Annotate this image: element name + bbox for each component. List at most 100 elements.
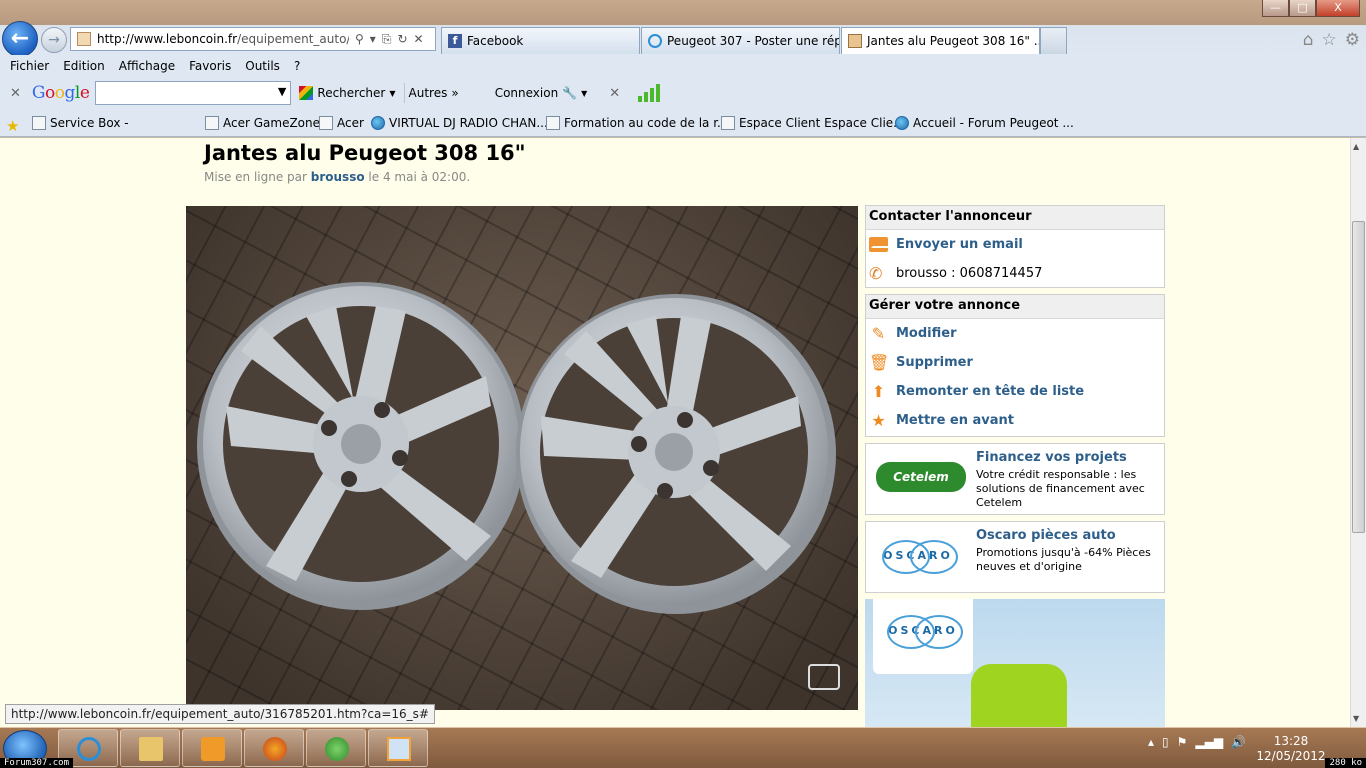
scroll-down-icon[interactable]: ▼ bbox=[1353, 714, 1359, 723]
taskbar-window-app[interactable] bbox=[368, 729, 428, 767]
leboncoin-box-icon bbox=[848, 34, 862, 48]
address-url[interactable]: http://www.leboncoin.fr/equipement_auto/… bbox=[97, 32, 349, 46]
delete-row[interactable]: 🗑 Supprimer bbox=[866, 348, 1164, 377]
facebook-icon: f bbox=[448, 34, 462, 48]
close-window-button[interactable]: X bbox=[1316, 0, 1360, 17]
email-icon bbox=[869, 237, 888, 252]
messenger-icon bbox=[325, 737, 349, 761]
promo-cetelem[interactable]: Cetelem Financez vos projets Votre crédi… bbox=[865, 443, 1165, 515]
chevron-down-icon[interactable]: ▼ bbox=[278, 85, 286, 98]
feature-link[interactable]: Mettre en avant bbox=[896, 413, 1014, 428]
network-icon[interactable]: ▂▄▆ bbox=[1195, 735, 1223, 749]
delete-link[interactable]: Supprimer bbox=[896, 355, 973, 370]
search-icon[interactable]: ⚲ bbox=[355, 32, 364, 47]
favorites-star-icon[interactable]: ★ bbox=[6, 117, 19, 135]
favorite-virtual-dj[interactable]: VIRTUAL DJ RADIO CHAN... bbox=[371, 116, 548, 130]
globe-icon bbox=[895, 116, 909, 130]
tab-facebook[interactable]: f Facebook bbox=[441, 27, 640, 54]
taskbar-messenger[interactable] bbox=[306, 729, 366, 767]
internet-explorer-icon bbox=[77, 737, 101, 761]
taskbar-explorer[interactable] bbox=[120, 729, 180, 767]
forum-watermark: Forum307.com bbox=[0, 758, 74, 768]
close-icon[interactable]: ✕ bbox=[609, 86, 620, 101]
show-hidden-icons-icon[interactable]: ▴ bbox=[1148, 735, 1154, 749]
minimize-button[interactable]: — bbox=[1262, 0, 1289, 17]
oscaro-logo: OSCARO bbox=[876, 536, 960, 576]
favorite-service-box[interactable]: Service Box - bbox=[32, 116, 129, 130]
favorite-acer[interactable]: Acer bbox=[319, 116, 364, 130]
favorite-espace-client[interactable]: Espace Client Espace Clie... bbox=[721, 116, 905, 130]
double-chevron-icon: » bbox=[451, 86, 459, 100]
menu-affichage[interactable]: Affichage bbox=[119, 59, 175, 73]
ad-meta: Mise en ligne par brousso le 4 mai à 02:… bbox=[204, 170, 471, 184]
star-icon: ★ bbox=[871, 411, 886, 430]
favorites-bar: ★ Service Box - Acer GameZone Acer VIRTU… bbox=[0, 109, 1366, 137]
modify-link[interactable]: Modifier bbox=[896, 326, 957, 341]
bump-row[interactable]: ⬆ Remonter en tête de liste bbox=[866, 377, 1164, 406]
promo-text: Promotions jusqu'à -64% Pièces neuves et… bbox=[976, 546, 1151, 573]
more-button[interactable]: Autres » bbox=[409, 86, 459, 100]
stop-icon[interactable]: ✕ bbox=[414, 32, 424, 47]
volume-icon[interactable]: 🔊 bbox=[1231, 735, 1246, 749]
page-icon bbox=[546, 116, 560, 130]
new-tab-button[interactable] bbox=[1040, 27, 1067, 54]
tools-gear-icon[interactable]: ⚙ bbox=[1345, 30, 1360, 50]
system-clock[interactable]: 13:28 12/05/2012 bbox=[1256, 734, 1326, 764]
windows-taskbar: ▴ ▯ ⚑ ▂▄▆ 🔊 13:28 12/05/2012 Forum307.co… bbox=[0, 727, 1366, 768]
google-search-button[interactable]: Rechercher ▼ bbox=[299, 86, 396, 100]
favorites-star-icon[interactable]: ☆ bbox=[1322, 30, 1337, 50]
page-icon bbox=[721, 116, 735, 130]
back-button[interactable]: ← bbox=[2, 21, 38, 57]
modify-row[interactable]: ✎ Modifier bbox=[866, 319, 1164, 348]
menu-favoris[interactable]: Favoris bbox=[189, 59, 231, 73]
flag-icon[interactable]: ⚑ bbox=[1177, 735, 1188, 749]
pagerank-bars-icon bbox=[638, 84, 661, 102]
ad-photo[interactable] bbox=[186, 206, 858, 710]
connect-button[interactable]: Connexion 🔧 ▼ bbox=[495, 86, 588, 100]
oscaro-banner[interactable]: OSCARO bbox=[865, 599, 1165, 727]
taskbar-media-player[interactable] bbox=[182, 729, 242, 767]
promo-title[interactable]: Financez vos projets bbox=[976, 450, 1127, 465]
forward-button[interactable]: → bbox=[41, 27, 67, 53]
close-toolbar-icon[interactable]: ✕ bbox=[10, 86, 21, 101]
right-wheel bbox=[516, 294, 836, 614]
send-email-row[interactable]: Envoyer un email bbox=[866, 230, 1164, 259]
menu-outils[interactable]: Outils bbox=[245, 59, 280, 73]
tab-peugeot-307[interactable]: Peugeot 307 - Poster une répo... bbox=[641, 27, 840, 54]
menu-help[interactable]: ? bbox=[294, 59, 300, 73]
compatibility-icon[interactable]: ⎘ bbox=[382, 32, 392, 47]
feature-row[interactable]: ★ Mettre en avant bbox=[866, 406, 1164, 435]
taskbar-firefox[interactable] bbox=[244, 729, 304, 767]
author-link[interactable]: brousso bbox=[311, 170, 365, 184]
promo-oscaro[interactable]: OSCARO Oscaro pièces auto Promotions jus… bbox=[865, 521, 1165, 593]
back-arrow-icon: ← bbox=[10, 26, 30, 51]
address-bar[interactable]: http://www.leboncoin.fr/equipement_auto/… bbox=[70, 27, 436, 51]
system-tray: ▴ ▯ ⚑ ▂▄▆ 🔊 bbox=[1148, 735, 1246, 749]
google-search-input[interactable]: ▼ bbox=[95, 81, 292, 105]
maximize-button[interactable]: □ bbox=[1289, 0, 1316, 17]
ad-title: Jantes alu Peugeot 308 16" bbox=[204, 141, 526, 165]
web-page: Jantes alu Peugeot 308 16" Mise en ligne… bbox=[0, 138, 1350, 727]
promo-title[interactable]: Oscaro pièces auto bbox=[976, 528, 1116, 543]
refresh-icon[interactable]: ↻ bbox=[397, 32, 407, 47]
menu-fichier[interactable]: Fichier bbox=[10, 59, 49, 73]
favorite-acer-gamezone[interactable]: Acer GameZone bbox=[205, 116, 320, 130]
menu-edition[interactable]: Edition bbox=[63, 59, 105, 73]
bump-link[interactable]: Remonter en tête de liste bbox=[896, 384, 1084, 399]
photo-gallery-icon[interactable] bbox=[808, 664, 840, 690]
dropdown-icon[interactable]: ▾ bbox=[370, 32, 376, 47]
scroll-up-icon[interactable]: ▲ bbox=[1353, 142, 1359, 151]
window-controls: — □ X bbox=[1262, 0, 1360, 17]
tab-jantes-alu[interactable]: Jantes alu Peugeot 308 16" ... ✕ bbox=[841, 27, 1040, 54]
site-favicon-icon bbox=[77, 32, 91, 46]
favorite-formation-code[interactable]: Formation au code de la r... bbox=[546, 116, 729, 130]
vertical-scrollbar[interactable]: ▲ ▼ bbox=[1350, 138, 1366, 727]
favorite-forum-peugeot[interactable]: Accueil - Forum Peugeot ... bbox=[895, 116, 1074, 130]
send-email-link[interactable]: Envoyer un email bbox=[896, 237, 1023, 252]
trash-icon: 🗑 bbox=[869, 353, 890, 372]
device-icon[interactable]: ▯ bbox=[1162, 735, 1169, 749]
home-icon[interactable]: ⌂ bbox=[1303, 30, 1314, 50]
scrollbar-thumb[interactable] bbox=[1352, 221, 1365, 533]
oscaro-logo: OSCARO bbox=[881, 611, 965, 651]
google-logo: Google bbox=[31, 83, 90, 103]
